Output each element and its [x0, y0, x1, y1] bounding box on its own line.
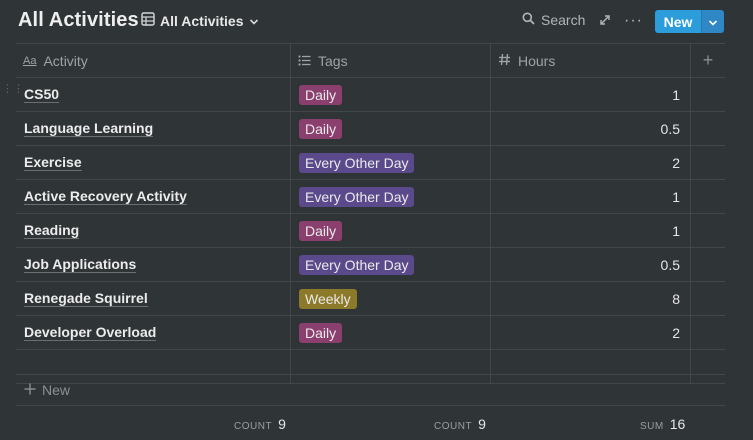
- table-row[interactable]: Active Recovery Activity Every Other Day 1: [16, 180, 725, 214]
- tags-cell[interactable]: Every Other Day: [291, 248, 491, 281]
- tag-pill: Weekly: [299, 288, 357, 309]
- new-row-label: New: [42, 382, 71, 398]
- table-icon: [141, 12, 155, 29]
- activity-name[interactable]: Job Applications: [24, 256, 137, 273]
- activity-cell[interactable]: Job Applications: [16, 248, 291, 281]
- activity-name[interactable]: Renegade Squirrel: [24, 290, 148, 307]
- hours-cell[interactable]: 2: [491, 316, 691, 349]
- column-header-activity[interactable]: Aa Activity: [16, 44, 291, 77]
- column-header-tags[interactable]: Tags: [291, 44, 491, 77]
- empty-cell: [691, 180, 725, 213]
- hours-cell[interactable]: 1: [491, 180, 691, 213]
- chevron-down-icon: [708, 14, 718, 30]
- tag-pill: Daily: [299, 322, 343, 343]
- view-label: All Activities: [160, 12, 244, 29]
- hours-cell[interactable]: 1: [491, 214, 691, 247]
- tag-pill: Daily: [299, 118, 343, 139]
- activity-cell[interactable]: CS50: [16, 78, 291, 111]
- table-row[interactable]: Developer Overload Daily 2: [16, 316, 725, 350]
- tags-cell[interactable]: Every Other Day: [291, 146, 491, 179]
- tags-cell[interactable]: Daily: [291, 112, 491, 145]
- calc-value: 9: [478, 416, 486, 432]
- empty-cell: [691, 214, 725, 247]
- new-dropdown-button[interactable]: [701, 10, 724, 33]
- hours-cell[interactable]: 1: [491, 78, 691, 111]
- tag-pill: Every Other Day: [299, 254, 415, 275]
- empty-cell: [691, 316, 725, 349]
- tags-cell[interactable]: Weekly: [291, 282, 491, 315]
- empty-cell: [691, 146, 725, 179]
- activity-name[interactable]: Developer Overload: [24, 324, 157, 341]
- activity-name[interactable]: Language Learning: [24, 120, 154, 137]
- add-new-row-button[interactable]: New: [16, 374, 725, 406]
- column-label: Hours: [518, 52, 556, 69]
- activity-name[interactable]: CS50: [24, 86, 60, 103]
- title-text-icon: Aa: [23, 54, 37, 67]
- activity-cell[interactable]: Language Learning: [16, 112, 291, 145]
- calc-label: COUNT: [234, 421, 273, 432]
- hours-cell[interactable]: 0.5: [491, 248, 691, 281]
- view-switcher[interactable]: All Activities: [141, 12, 259, 29]
- table-row[interactable]: Reading Daily 1: [16, 214, 725, 248]
- page-title: All Activities: [18, 9, 139, 31]
- activity-cell[interactable]: Exercise: [16, 146, 291, 179]
- tags-cell[interactable]: Daily: [291, 214, 491, 247]
- tags-cell[interactable]: Daily: [291, 316, 491, 349]
- hours-cell[interactable]: 2: [491, 146, 691, 179]
- tag-pill: Daily: [299, 220, 343, 241]
- tags-count-calc[interactable]: COUNT 9: [434, 416, 486, 432]
- new-button[interactable]: New: [655, 10, 724, 33]
- more-options-icon[interactable]: ···: [624, 12, 643, 30]
- chevron-down-icon: [249, 13, 259, 29]
- search-icon: [522, 12, 535, 28]
- table-row[interactable]: Exercise Every Other Day 2: [16, 146, 725, 180]
- calc-label: COUNT: [434, 421, 473, 432]
- activity-cell[interactable]: Renegade Squirrel: [16, 282, 291, 315]
- empty-cell: [691, 282, 725, 315]
- calc-label: SUM: [640, 421, 664, 432]
- activity-name[interactable]: Reading: [24, 222, 80, 239]
- add-column-button[interactable]: +: [691, 44, 725, 77]
- tag-pill: Every Other Day: [299, 186, 415, 207]
- tags-cell[interactable]: Daily: [291, 78, 491, 111]
- hours-sum-calc[interactable]: SUM 16: [640, 416, 685, 432]
- expand-icon[interactable]: [598, 13, 612, 27]
- calc-value: 16: [669, 416, 686, 432]
- column-header-hours[interactable]: Hours: [491, 44, 691, 77]
- empty-cell: [691, 112, 725, 145]
- table-row[interactable]: Language Learning Daily 0.5: [16, 112, 725, 146]
- activity-cell[interactable]: Reading: [16, 214, 291, 247]
- activity-name[interactable]: Active Recovery Activity: [24, 188, 187, 205]
- table-row[interactable]: Renegade Squirrel Weekly 8: [16, 282, 725, 316]
- tag-pill: Every Other Day: [299, 152, 415, 173]
- activities-table: Aa Activity Tags Hours + CS50 Daily 1 Langu…: [16, 43, 725, 384]
- new-button-label[interactable]: New: [655, 10, 701, 33]
- activity-cell[interactable]: Developer Overload: [16, 316, 291, 349]
- empty-cell: [691, 248, 725, 281]
- table-footer: COUNT 9 COUNT 9 SUM 16: [16, 407, 725, 440]
- activity-name[interactable]: Exercise: [24, 154, 82, 171]
- empty-cell: [691, 78, 725, 111]
- search-label: Search: [541, 12, 586, 28]
- search-button[interactable]: Search: [522, 12, 585, 28]
- tags-cell[interactable]: Every Other Day: [291, 180, 491, 213]
- table-header: Aa Activity Tags Hours +: [16, 43, 725, 78]
- calc-value: 9: [278, 416, 286, 432]
- column-label: Activity: [43, 52, 88, 69]
- list-icon: [298, 53, 311, 69]
- plus-icon: [24, 382, 36, 398]
- activity-count-calc[interactable]: COUNT 9: [234, 416, 286, 432]
- hours-cell[interactable]: 0.5: [491, 112, 691, 145]
- table-row[interactable]: Job Applications Every Other Day 0.5: [16, 248, 725, 282]
- hours-cell[interactable]: 8: [491, 282, 691, 315]
- top-bar: All Activities All Activities Search ···…: [0, 0, 753, 43]
- table-row[interactable]: CS50 Daily 1: [16, 78, 725, 112]
- column-label: Tags: [318, 52, 348, 69]
- hash-icon: [498, 53, 511, 69]
- tag-pill: Daily: [299, 84, 343, 105]
- activity-cell[interactable]: Active Recovery Activity: [16, 180, 291, 213]
